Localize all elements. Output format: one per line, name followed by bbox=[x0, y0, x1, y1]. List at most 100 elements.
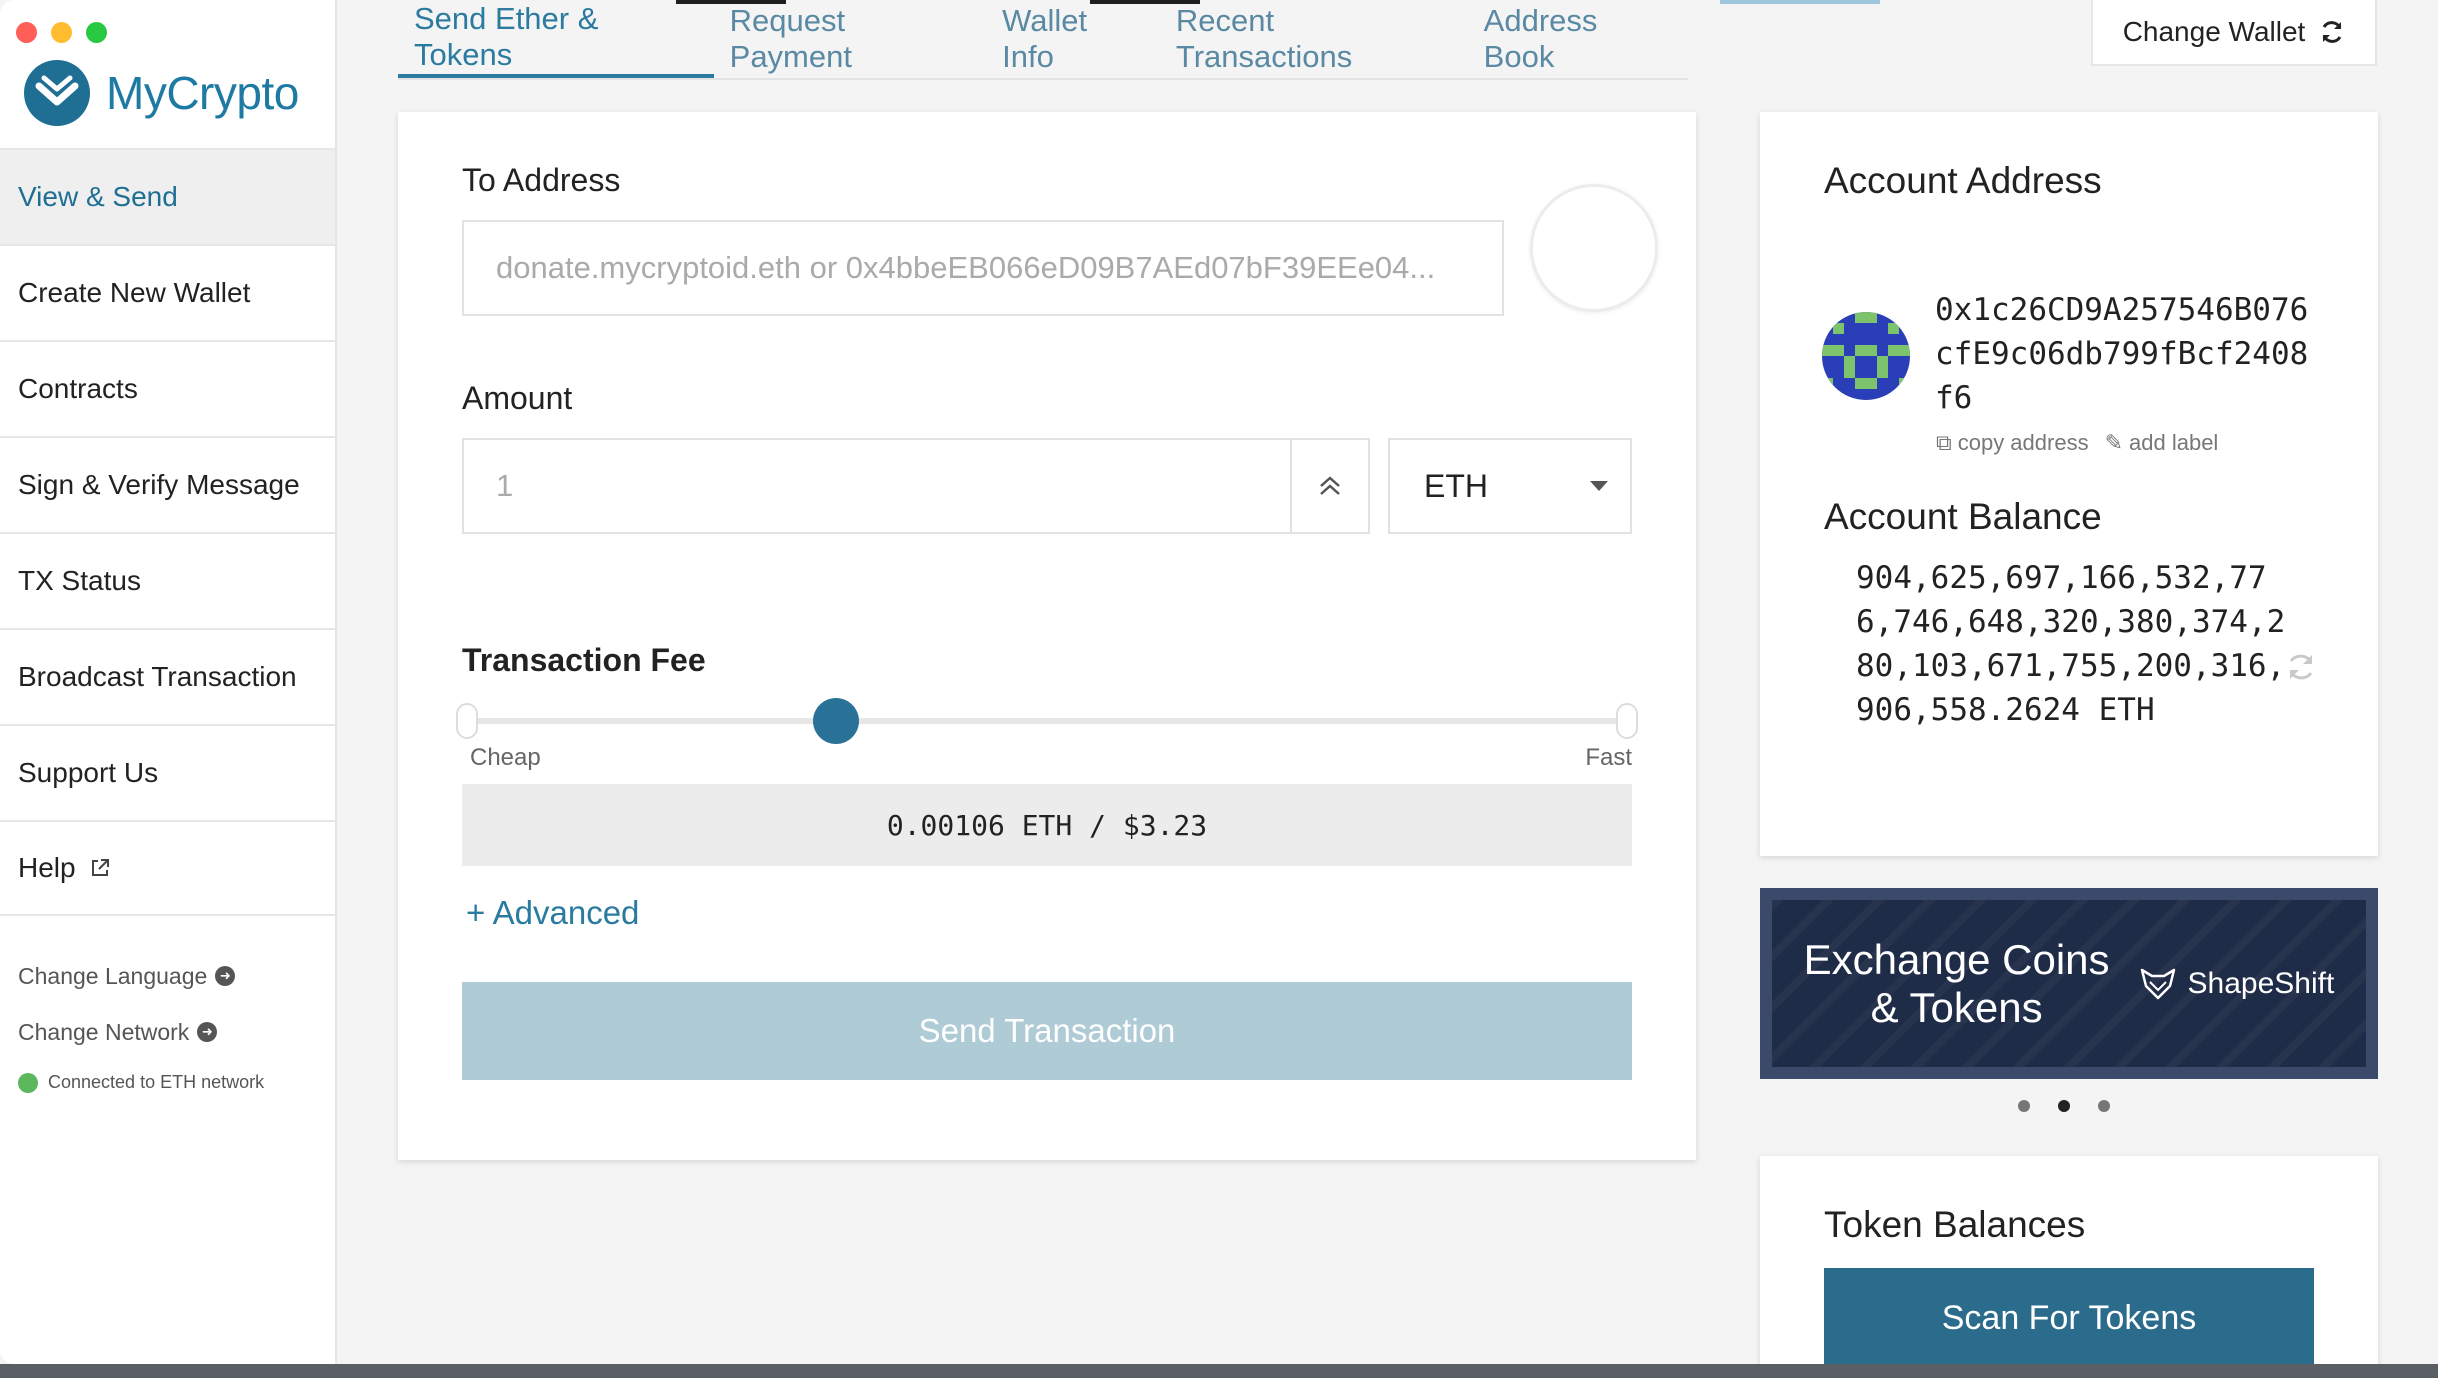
to-address-input[interactable]: donate.mycryptoid.eth or 0x4bbeEB066eD09… bbox=[462, 220, 1504, 316]
sidebar-item-label: Broadcast Transaction bbox=[18, 661, 297, 692]
send-transaction-button[interactable]: Send Transaction bbox=[462, 982, 1632, 1080]
tab-request-payment[interactable]: Request Payment bbox=[714, 0, 986, 78]
banner-title-line1: Exchange Coins bbox=[1803, 935, 2110, 983]
carousel-dot-active[interactable] bbox=[2058, 1100, 2070, 1112]
sidebar-item-label: Support Us bbox=[18, 757, 159, 788]
account-address-title: Account Address bbox=[1824, 160, 2102, 201]
tab-wallet-info[interactable]: Wallet Info bbox=[986, 0, 1160, 78]
mycrypto-logo-icon bbox=[24, 60, 90, 126]
arrow-circle-right-icon: ➜ bbox=[215, 966, 236, 986]
sidebar-item-sign-verify[interactable]: Sign & Verify Message bbox=[0, 436, 335, 532]
address-identicon-placeholder bbox=[1530, 184, 1658, 312]
amount-placeholder: 1 bbox=[496, 468, 514, 503]
refresh-icon bbox=[2322, 21, 2342, 43]
account-balance-value: 904,625,697,166,532,776,746,648,320,380,… bbox=[1856, 560, 2286, 728]
slider-fast-label: Fast bbox=[1585, 744, 1632, 771]
sidebar-item-label: Contracts bbox=[18, 373, 138, 404]
shapeshift-label: ShapeShift bbox=[2187, 966, 2335, 1000]
arrow-circle-right-icon: ➜ bbox=[197, 1022, 218, 1042]
top-edge-decoration bbox=[1720, 0, 1880, 4]
chevron-down-icon bbox=[1590, 481, 1608, 491]
slider-end-cap bbox=[1616, 703, 1638, 739]
sidebar-settings: Change Language ➜ Change Network ➜ bbox=[18, 948, 236, 1060]
external-link-icon bbox=[91, 859, 109, 876]
network-status-label: Connected to ETH network bbox=[48, 1072, 265, 1092]
amount-input[interactable]: 1 bbox=[462, 438, 1370, 534]
sidebar-item-broadcast[interactable]: Broadcast Transaction bbox=[0, 628, 335, 724]
sidebar-item-create-wallet[interactable]: Create New Wallet bbox=[0, 244, 335, 340]
carousel-dot[interactable] bbox=[2098, 1100, 2110, 1112]
fee-slider-handle[interactable] bbox=[813, 698, 860, 744]
account-balance-title: Account Balance bbox=[1824, 496, 2102, 537]
transaction-fee-label: Transaction Fee bbox=[462, 642, 706, 678]
app-window: MyCrypto View & Send Create New Wallet C… bbox=[0, 0, 2438, 1364]
sidebar: MyCrypto View & Send Create New Wallet C… bbox=[0, 0, 337, 1364]
carousel-dot[interactable] bbox=[2018, 1100, 2030, 1112]
send-form-card: To Address donate.mycryptoid.eth or 0x4b… bbox=[398, 112, 1696, 1160]
account-identicon-avatar bbox=[1822, 312, 1910, 400]
network-status: Connected to ETH network bbox=[18, 1072, 264, 1093]
shapeshift-banner[interactable]: Exchange Coins & Tokens ShapeShift bbox=[1760, 888, 2378, 1079]
copy-icon: ⧉ bbox=[1936, 430, 1952, 455]
add-label-button[interactable]: ✎ add label bbox=[2105, 430, 2219, 456]
slider-start-cap bbox=[456, 703, 478, 739]
shapeshift-fox-icon bbox=[2140, 968, 2175, 999]
logo[interactable]: MyCrypto bbox=[22, 58, 299, 128]
account-address: 0x1c26CD9A257546B076cfE9c06db799fBcf2408… bbox=[1935, 292, 2309, 416]
maximize-window-button[interactable] bbox=[86, 22, 107, 43]
change-network-link[interactable]: Change Network ➜ bbox=[18, 1004, 235, 1060]
tab-send[interactable]: Send Ether & Tokens bbox=[398, 0, 714, 78]
app-name: MyCrypto bbox=[106, 67, 299, 119]
account-card: Account Address 0x1c26CD9A257546B076cfE9… bbox=[1760, 112, 2378, 856]
to-address-label: To Address bbox=[462, 162, 621, 198]
copy-address-button[interactable]: ⧉ copy address bbox=[1936, 430, 2089, 456]
close-window-button[interactable] bbox=[16, 22, 37, 43]
pencil-icon: ✎ bbox=[2104, 430, 2124, 455]
address-actions: ⧉ copy address ✎ add label bbox=[1936, 430, 2218, 456]
amount-max-button[interactable] bbox=[1290, 440, 1368, 532]
sidebar-item-help[interactable]: Help bbox=[0, 820, 335, 916]
tab-address-book[interactable]: Address Book bbox=[1468, 0, 1688, 78]
add-label-label: add label bbox=[2129, 430, 2219, 455]
fee-slider[interactable] bbox=[456, 698, 1638, 744]
tab-recent-transactions[interactable]: Recent Transactions bbox=[1160, 0, 1468, 78]
slider-cheap-label: Cheap bbox=[470, 744, 541, 771]
sidebar-item-support[interactable]: Support Us bbox=[0, 724, 335, 820]
change-wallet-button[interactable]: Change Wallet bbox=[2091, 0, 2377, 66]
token-balances-title: Token Balances bbox=[1824, 1204, 2086, 1245]
banner-title-line2: & Tokens bbox=[1870, 983, 2043, 1031]
sidebar-item-label: Help bbox=[18, 852, 76, 883]
change-wallet-label: Change Wallet bbox=[2122, 16, 2306, 47]
minimize-window-button[interactable] bbox=[51, 22, 72, 43]
change-network-label: Change Network bbox=[18, 1018, 190, 1045]
change-language-link[interactable]: Change Language ➜ bbox=[18, 948, 236, 1004]
copy-address-label: copy address bbox=[1957, 430, 2089, 455]
sidebar-item-view-send[interactable]: View & Send bbox=[0, 148, 335, 244]
shapeshift-brand: ShapeShift bbox=[2138, 964, 2335, 1004]
change-language-label: Change Language bbox=[18, 962, 208, 989]
sidebar-item-label: Create New Wallet bbox=[18, 277, 251, 308]
window-controls bbox=[16, 22, 107, 43]
to-address-placeholder: donate.mycryptoid.eth or 0x4bbeEB066eD09… bbox=[496, 250, 1436, 285]
status-dot-icon bbox=[18, 1072, 38, 1093]
unit-select-value: ETH bbox=[1424, 467, 1488, 504]
desktop-background-strip bbox=[0, 1364, 2438, 1378]
sidebar-item-tx-status[interactable]: TX Status bbox=[0, 532, 335, 628]
refresh-balance-icon[interactable] bbox=[2284, 650, 2318, 684]
sidebar-item-label: Sign & Verify Message bbox=[18, 469, 300, 500]
double-chevron-up-icon bbox=[1320, 476, 1340, 495]
token-balances-card: Token Balances Scan For Tokens bbox=[1760, 1156, 2378, 1364]
sidebar-item-label: View & Send bbox=[18, 181, 178, 212]
fee-display: 0.00106 ETH / $3.23 bbox=[462, 784, 1632, 866]
sidebar-item-contracts[interactable]: Contracts bbox=[0, 340, 335, 436]
main-tabs: Send Ether & Tokens Request Payment Wall… bbox=[398, 0, 1688, 80]
fee-value: 0.00106 ETH / $3.23 bbox=[886, 808, 1208, 842]
scan-for-tokens-button[interactable]: Scan For Tokens bbox=[1824, 1268, 2314, 1364]
banner-title: Exchange Coins & Tokens bbox=[1804, 936, 2110, 1032]
unit-select[interactable]: ETH bbox=[1388, 438, 1632, 534]
advanced-toggle[interactable]: + Advanced bbox=[466, 894, 639, 932]
amount-label: Amount bbox=[462, 380, 573, 416]
sidebar-item-label: TX Status bbox=[18, 565, 141, 596]
sidebar-nav: View & Send Create New Wallet Contracts … bbox=[0, 148, 335, 916]
carousel-dots bbox=[2018, 1100, 2110, 1112]
